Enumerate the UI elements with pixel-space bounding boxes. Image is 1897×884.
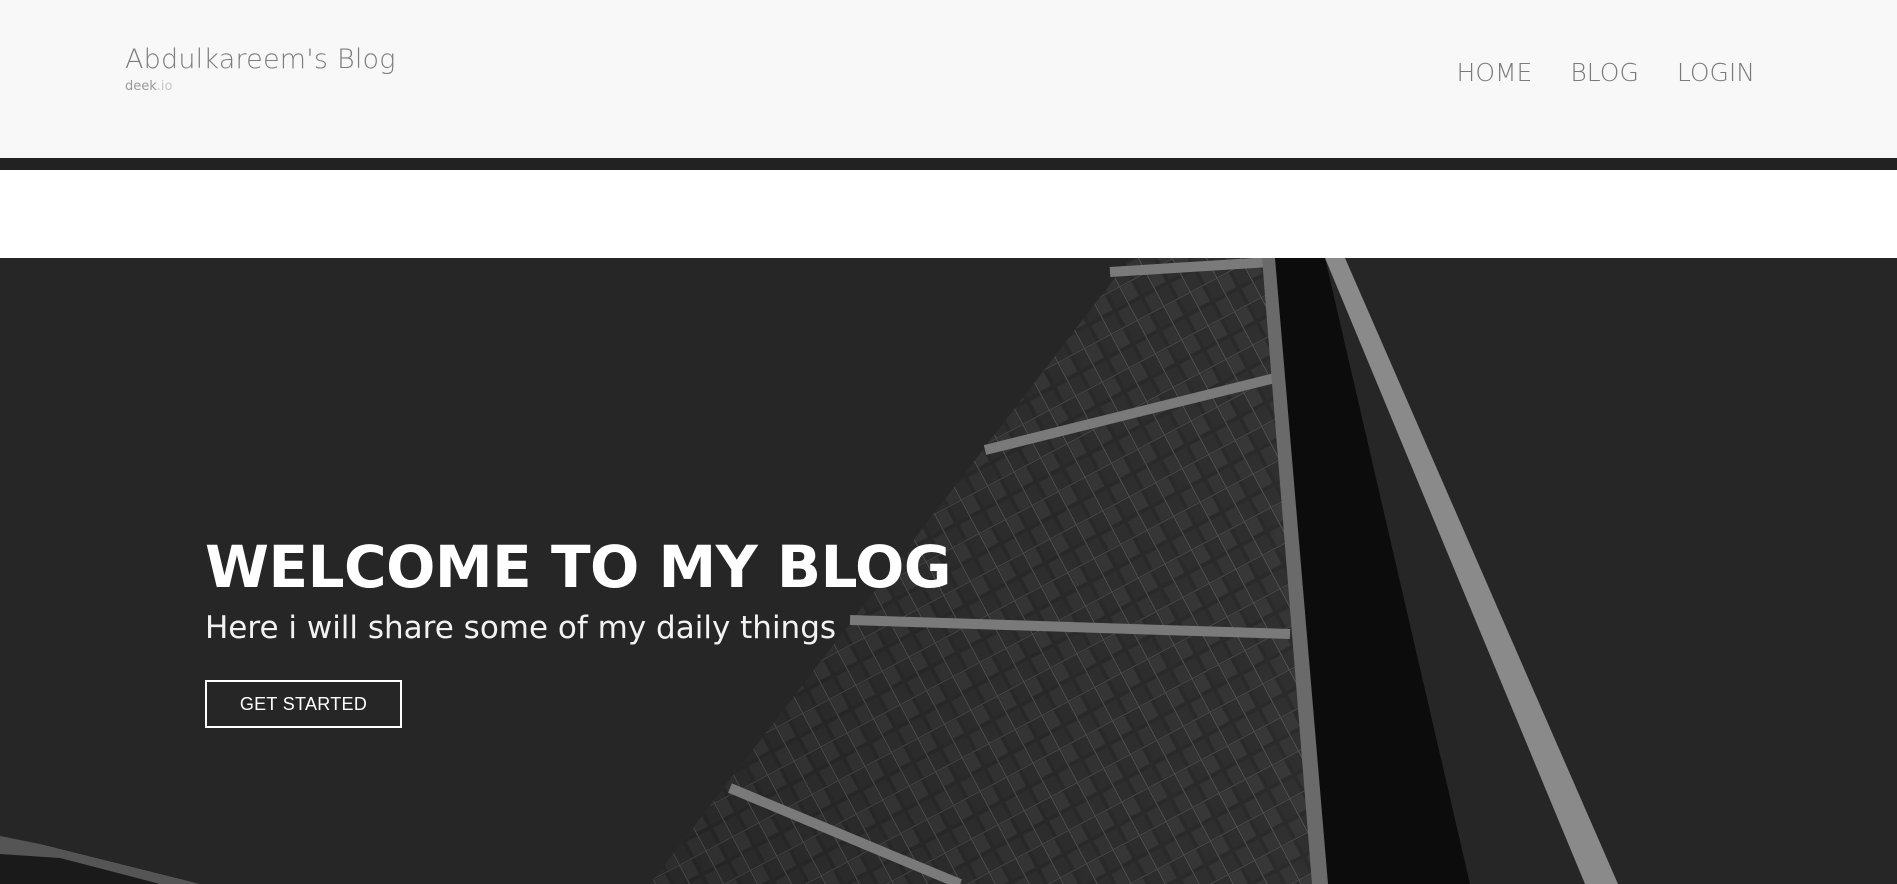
spacer-band — [0, 170, 1897, 258]
nav-blog-link[interactable]: BLOG — [1570, 58, 1638, 87]
hero-content: WELCOME TO MY BLOG Here i will share som… — [205, 538, 951, 728]
brand-subtitle: deek.io — [125, 79, 396, 94]
get-started-button[interactable]: GET STARTED — [205, 680, 402, 728]
site-header: Abdulkareem's Blog deek.io HOME BLOG LOG… — [0, 0, 1897, 158]
hero-section: WELCOME TO MY BLOG Here i will share som… — [0, 258, 1897, 884]
hero-title: WELCOME TO MY BLOG — [205, 533, 951, 601]
brand-subtitle-suffix: .io — [156, 79, 173, 94]
header-divider — [0, 158, 1897, 170]
main-nav: HOME BLOG LOGIN — [1457, 58, 1755, 87]
nav-home-link[interactable]: HOME — [1457, 58, 1533, 87]
brand[interactable]: Abdulkareem's Blog deek.io — [125, 44, 396, 94]
brand-subtitle-main: deek — [125, 79, 157, 94]
hero-subtitle: Here i will share some of my daily thing… — [205, 610, 837, 646]
brand-title[interactable]: Abdulkareem's Blog — [125, 44, 396, 75]
nav-login-link[interactable]: LOGIN — [1677, 58, 1755, 87]
